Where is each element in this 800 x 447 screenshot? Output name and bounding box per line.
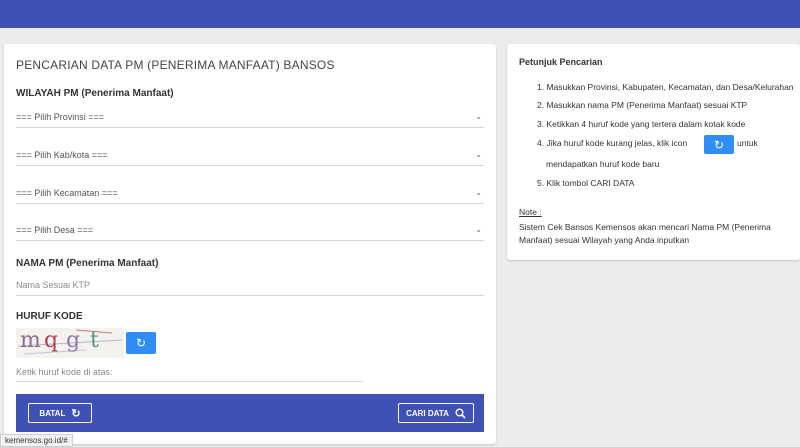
captcha-char: m	[20, 328, 41, 353]
note-text: Sistem Cek Bansos Kemensos akan mencari …	[519, 222, 771, 245]
refresh-icon: ↻	[713, 137, 725, 152]
step-item: 1. Masukkan Provinsi, Kabupaten, Kecamat…	[537, 82, 794, 92]
nama-label: NAMA PM (Penerima Manfaat)	[16, 258, 159, 269]
refresh-icon-inline: ↻	[704, 135, 734, 154]
cari-data-button-label: CARI DATA	[406, 408, 449, 418]
step-item: mendapatkan huruf kode baru	[546, 159, 660, 169]
step-item: 4. Jika huruf kode kurang jelas, klik ic…	[537, 138, 688, 148]
kecamatan-select-value: === Pilih Kecamatan ===	[16, 187, 118, 198]
provinsi-select-value: === Pilih Provinsi ===	[16, 111, 105, 122]
kabkota-select-value: === Pilih Kab/kota ===	[16, 149, 108, 160]
petunjuk-title: Petunjuk Pencarian	[519, 57, 603, 67]
desa-select-value: === Pilih Desa ===	[16, 224, 94, 235]
provinsi-select[interactable]: === Pilih Provinsi === ⌄	[16, 106, 484, 128]
step-item: 3. Ketikkan 4 huruf kode yang tertera da…	[537, 119, 746, 129]
captcha-char: q	[44, 328, 59, 353]
page-title: PENCARIAN DATA PM (PENERIMA MANFAAT) BAN…	[16, 58, 335, 72]
refresh-icon: ↻	[71, 407, 81, 420]
captcha-image: m q g t	[16, 328, 124, 358]
nama-input[interactable]	[16, 274, 484, 296]
batal-button-label: BATAL	[39, 408, 66, 418]
chevron-down-icon: ⌄	[475, 150, 482, 159]
chevron-down-icon: ⌄	[475, 112, 482, 121]
desa-select[interactable]: === Pilih Desa === ⌄	[16, 219, 484, 241]
top-navbar	[0, 0, 800, 28]
form-action-bar: BATAL ↻ CARI DATA	[16, 394, 484, 432]
search-form-card: PENCARIAN DATA PM (PENERIMA MANFAAT) BAN…	[4, 44, 496, 444]
chevron-down-icon: ⌄	[475, 225, 482, 234]
search-icon	[455, 408, 466, 419]
captcha-refresh-button[interactable]: ↻	[126, 332, 156, 354]
kabkota-select[interactable]: === Pilih Kab/kota === ⌄	[16, 144, 484, 166]
captcha-char: g	[66, 328, 81, 353]
captcha-input[interactable]	[16, 362, 363, 382]
step-item: untuk	[737, 138, 758, 148]
cari-data-button[interactable]: CARI DATA	[398, 403, 474, 423]
step-item: 2. Masukkan nama PM (Penerima Manfaat) s…	[537, 100, 748, 110]
wilayah-label: WILAYAH PM (Penerima Manfaat)	[16, 88, 174, 99]
batal-button[interactable]: BATAL ↻	[28, 403, 92, 423]
petunjuk-card: Petunjuk Pencarian 1. Masukkan Provinsi,…	[507, 44, 800, 260]
status-bar-url: kemensos.go.id/#	[0, 434, 73, 447]
kode-label: HURUF KODE	[16, 311, 83, 322]
captcha-char: t	[90, 328, 99, 353]
chevron-down-icon: ⌄	[475, 188, 482, 197]
note-label: Note :	[519, 207, 542, 217]
refresh-icon: ↻	[135, 336, 147, 350]
step-item: 5. Klik tombol CARI DATA	[537, 178, 635, 188]
kecamatan-select[interactable]: === Pilih Kecamatan === ⌄	[16, 182, 484, 204]
